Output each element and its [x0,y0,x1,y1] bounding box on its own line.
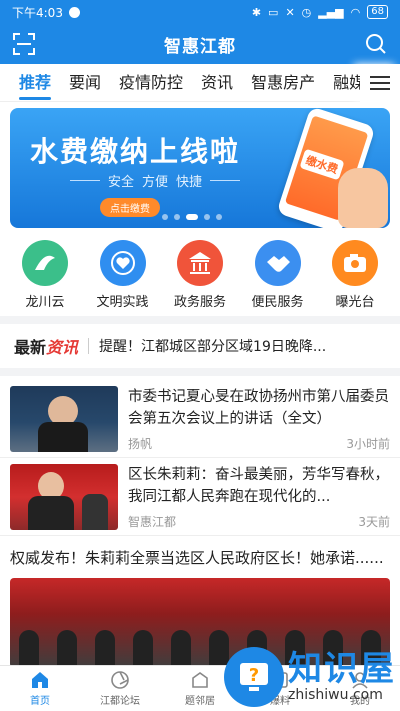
tabbar-item-1[interactable]: 江都论坛 [80,666,160,711]
svg-text:?: ? [249,665,259,686]
pagination-dot[interactable] [216,214,222,220]
neighbor-icon [190,670,210,690]
top-bar: 下午4:03 ✱ ▭ ✕ ◷ ▂▄▆ ◠ 68 智惠江都 [0,0,400,64]
menu-icon [370,75,390,90]
news-time: 3小时前 [346,436,390,451]
wifi-icon: ◠ [350,5,361,19]
scan-button[interactable] [10,30,38,58]
camera-icon [332,240,378,286]
news-ticker[interactable]: 最新资讯 提醒！江都城区部分区域19日晚降... [0,324,400,368]
tab-0[interactable]: 推荐 [10,65,60,101]
handshake-icon [254,240,301,286]
tabbar-label: 江都论坛 [100,696,140,707]
quick-link-label: 曝光台 [335,295,375,310]
channel-tabs: 推荐 要闻 疫情防控 资讯 智惠房产 融媒 [0,63,400,102]
quick-link-label: 文明实践 [96,295,149,310]
news-item[interactable]: 区长朱莉莉：奋斗最美丽，芳华写春秋，我同江都人民奔跑在现代化的... 智惠江都 … [0,458,400,536]
signal-icon: ▂▄▆ [318,5,344,19]
quick-link-2[interactable]: 政务服务 [169,240,231,310]
search-button[interactable] [362,30,390,58]
pagination-dot[interactable] [174,214,180,220]
quick-links: 龙川云 文明实践 政务服务 便民服务 曝光台 [0,228,400,310]
news-title: 区长朱莉莉：奋斗最美丽，芳华写春秋，我同江都人民奔跑在现代化的... [128,466,389,505]
quick-link-3[interactable]: 便民服务 [247,240,309,310]
pagination-dot[interactable] [162,214,168,220]
news-thumbnail [10,463,118,530]
search-icon [366,34,386,54]
ticker-brand: 最新资讯 [14,338,79,357]
pagination-dot[interactable] [204,214,210,220]
quick-link-label: 便民服务 [251,295,304,310]
building-icon [177,240,223,286]
feature-news-title: 权威发布！朱莉莉全票当选区人民政府区长！她承诺...... [10,549,384,567]
promo-banner[interactable]: 水费缴纳上线啦 安全 方便 快捷 点击缴费 缴水费 [10,108,390,228]
tabbar-label: 首页 [30,696,50,707]
quick-link-4[interactable]: 曝光台 [324,240,386,310]
status-time: 下午4:03 [12,5,63,20]
mute-icon: ✕ [285,5,295,19]
quick-link-label: 龙川云 [25,295,65,310]
alarm-icon: ◷ [301,5,312,19]
tab-5[interactable]: 融媒 [324,65,360,101]
tab-4[interactable]: 智惠房产 [242,65,324,101]
news-item[interactable]: 市委书记夏心旻在政协扬州市第八届委员会第五次会议上的讲话（全文） 扬帆 3小时前 [0,380,400,458]
page-title: 智惠江都 [164,36,236,57]
home-icon [30,670,50,690]
news-thumbnail [10,385,118,452]
status-bar: 下午4:03 ✱ ▭ ✕ ◷ ▂▄▆ ◠ 68 [0,0,400,24]
ticker-text: 提醒！江都城区部分区域19日晚降... [99,339,327,355]
news-title: 市委书记夏心旻在政协扬州市第八届委员会第五次会议上的讲话（全文） [128,388,389,427]
banner-headline: 水费缴纳上线啦 [30,135,241,168]
quick-link-0[interactable]: 龙川云 [14,240,76,310]
scan-icon [13,33,35,55]
banner-pagination [162,214,222,220]
tab-1[interactable]: 要闻 [60,65,110,101]
tab-2[interactable]: 疫情防控 [110,65,192,101]
notification-icon [68,6,80,18]
app-screen: 下午4:03 ✱ ▭ ✕ ◷ ▂▄▆ ◠ 68 智惠江都 推荐 要闻 疫情防控 … [0,0,400,711]
banner-cta-button[interactable]: 点击缴费 [100,198,160,217]
pagination-dot[interactable] [186,214,198,220]
battery-indicator: 68 [367,5,388,19]
quick-link-label: 政务服务 [173,295,226,310]
vibrate-icon: ▭ [268,5,279,19]
forum-icon [110,670,130,690]
longchuan-icon [22,240,68,286]
hand-illustration [338,168,388,228]
channel-menu-button[interactable] [360,63,400,102]
news-time: 3天前 [358,514,390,529]
news-source: 智惠江都 [128,514,177,529]
tab-3[interactable]: 资讯 [192,65,242,101]
question-icon: ? [224,647,284,707]
bluetooth-icon: ✱ [251,5,262,19]
quick-link-1[interactable]: 文明实践 [92,240,154,310]
heart-icon [99,240,146,286]
banner-subtitle: 安全 方便 快捷 [70,171,241,190]
tab-list: 推荐 要闻 疫情防控 资讯 智惠房产 融媒 [0,65,360,101]
site-watermark: ? 知识屋 zhishiwu.com [224,647,396,707]
tabbar-label: 题邻居 [185,696,215,707]
news-source: 扬帆 [128,436,153,451]
app-header: 智惠江都 [0,24,400,64]
tabbar-item-0[interactable]: 首页 [0,666,80,711]
